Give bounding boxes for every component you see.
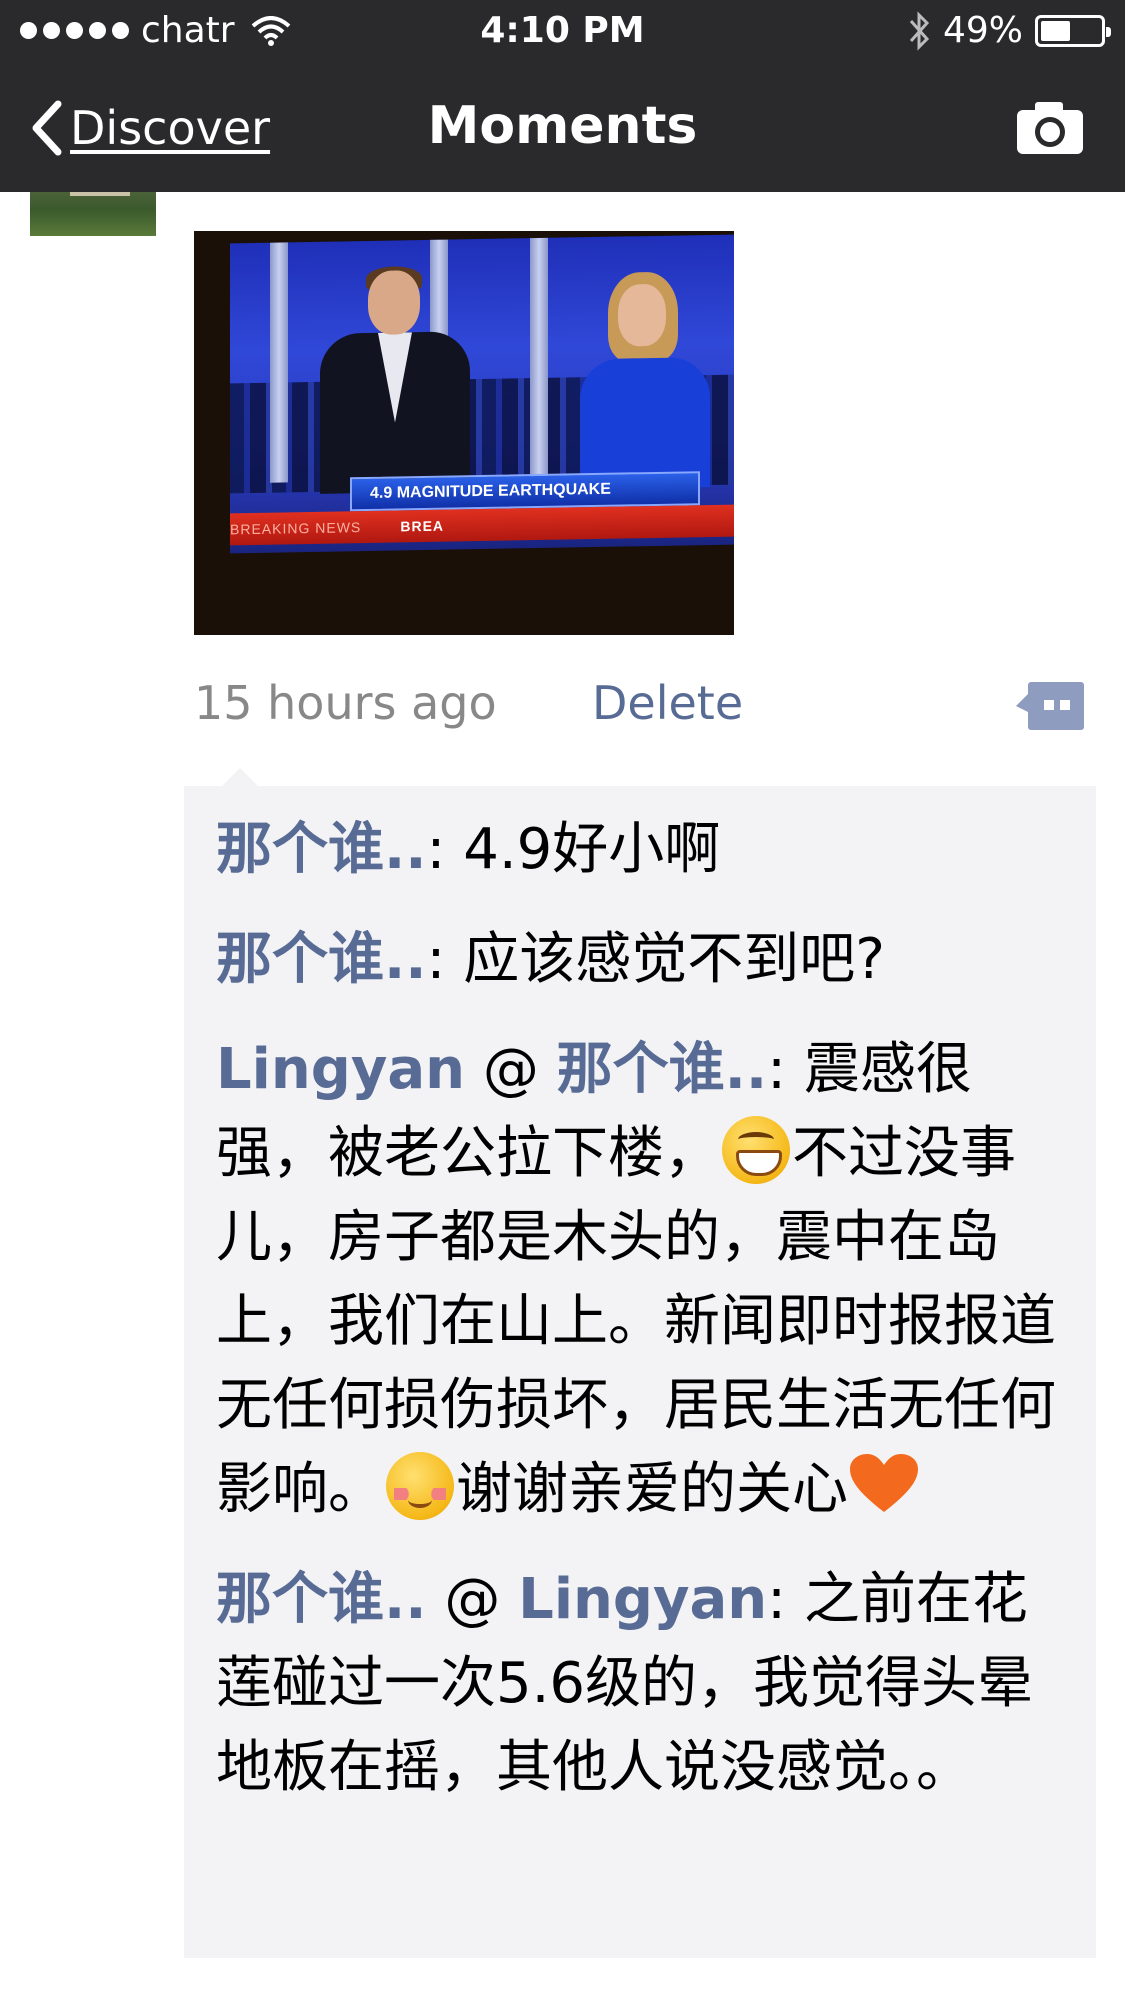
- battery-percent: 49%: [942, 10, 1023, 51]
- nav-bar: Discover Moments: [0, 80, 1125, 180]
- post-photo[interactable]: 4.9 MAGNITUDE EARTHQUAKE BREAKING NEWS B…: [194, 231, 734, 635]
- delete-button[interactable]: Delete: [592, 676, 743, 730]
- comment-item[interactable]: Lingyan @ 那个谁..: 震感很强，被老公拉下楼， 不过没事儿，房子都是木…: [216, 1028, 1066, 1532]
- top-bar: chatr 4:10 PM 49% Discover Moments: [0, 0, 1125, 192]
- comment-item[interactable]: 那个谁..: 4.9好小啊: [216, 808, 1066, 892]
- battery-icon: [1035, 14, 1111, 47]
- comment-item[interactable]: 那个谁.. @ Lingyan: 之前在花莲碰过一次5.6级的，我觉得头晕地板在…: [216, 1558, 1066, 1810]
- blush-emoji-icon: [386, 1452, 454, 1520]
- status-right: 49%: [907, 10, 1111, 51]
- grin-emoji-icon: [722, 1116, 790, 1184]
- comment-author[interactable]: Lingyan: [216, 1037, 465, 1102]
- comment-icon[interactable]: [1014, 680, 1086, 732]
- tv-screen-image: 4.9 MAGNITUDE EARTHQUAKE BREAKING NEWS B…: [230, 234, 734, 554]
- at-sign: @: [482, 1037, 539, 1102]
- at-sign: @: [444, 1567, 501, 1632]
- news-ticker: BREAKING NEWS BREA: [230, 504, 734, 546]
- comment-text: : 4.9好小啊: [426, 817, 721, 882]
- comment-text: 谢谢亲爱的关心: [456, 1457, 848, 1522]
- comment-text: : 应该感觉不到吧?: [426, 927, 885, 992]
- heart-icon: [850, 1454, 918, 1512]
- comment-author[interactable]: 那个谁..: [216, 927, 427, 992]
- comment-author[interactable]: 那个谁..: [216, 817, 427, 882]
- comment-author[interactable]: 那个谁..: [216, 1567, 427, 1632]
- page-title: Moments: [427, 96, 698, 156]
- comment-reply-to[interactable]: Lingyan: [518, 1567, 767, 1632]
- comment-reply-to[interactable]: 那个谁..: [557, 1037, 768, 1102]
- bluetooth-icon: [907, 10, 931, 51]
- post-meta: 15 hours ago Delete: [194, 676, 1094, 736]
- comment-item[interactable]: 那个谁..: 应该感觉不到吧?: [216, 918, 1066, 1002]
- avatar[interactable]: [30, 192, 156, 236]
- camera-icon[interactable]: [1015, 98, 1085, 156]
- status-bar: chatr 4:10 PM 49%: [0, 0, 1125, 62]
- post-timestamp: 15 hours ago: [194, 676, 497, 730]
- comments-panel: 那个谁..: 4.9好小啊 那个谁..: 应该感觉不到吧? Lingyan @ …: [184, 768, 1096, 1958]
